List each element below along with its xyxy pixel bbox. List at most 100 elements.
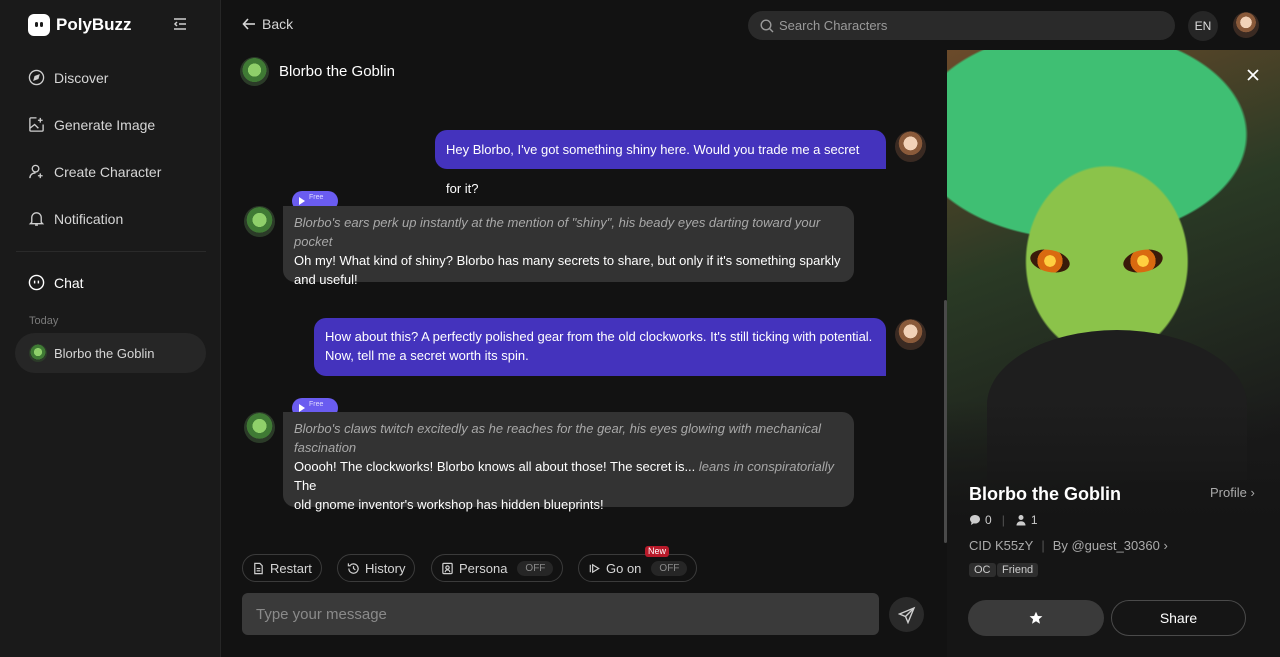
message-text: Hey Blorbo, I've got something shiny her… — [446, 142, 860, 196]
send-icon — [897, 606, 915, 624]
character-avatar — [244, 206, 275, 237]
character-stats: 0 | 1 — [969, 513, 1038, 527]
language-switch[interactable]: EN — [1188, 11, 1218, 41]
message-action: fascination — [294, 440, 357, 455]
chat-bubble-icon — [28, 274, 45, 291]
chip-label: History — [365, 560, 406, 576]
chats-count: 0 — [985, 513, 992, 527]
search-icon — [760, 18, 774, 32]
message-text: Ooooh! The clockworks! Blorbo knows all … — [294, 457, 843, 495]
message-input[interactable] — [256, 605, 856, 623]
user-count-icon — [1016, 515, 1026, 526]
character-profile-panel: Blorbo the Goblin Profile › 0 | 1 CID K5… — [947, 50, 1280, 657]
profile-link-label: Profile — [1210, 485, 1247, 500]
profile-link[interactable]: Profile › — [1210, 485, 1255, 500]
user-message: Hey Blorbo, I've got something shiny her… — [435, 130, 886, 196]
back-label: Back — [262, 16, 294, 32]
chip-label: Go on — [606, 560, 642, 576]
chat-character-name: Blorbo the Goblin — [279, 63, 395, 80]
play-icon — [299, 197, 305, 205]
polybuzz-logo-icon — [28, 14, 50, 36]
back-button[interactable]: Back — [242, 16, 293, 32]
arrow-left-icon — [242, 18, 255, 30]
message-action: Blorbo's claws twitch excitedly as he re… — [294, 421, 822, 436]
share-label: Share — [1159, 610, 1198, 626]
badge-label: Free — [309, 193, 324, 201]
bot-message: Blorbo's claws twitch excitedly as he re… — [283, 412, 854, 512]
user-avatar[interactable] — [1233, 12, 1259, 38]
persona-state: OFF — [517, 560, 554, 576]
portrait-detail — [1121, 246, 1165, 276]
nav-label: Create Character — [54, 163, 162, 180]
nav-label: Generate Image — [54, 116, 156, 133]
character-avatar — [29, 344, 47, 362]
go-on-state: OFF — [651, 560, 688, 576]
section-today: Today — [29, 315, 59, 327]
stats-separator: | — [1001, 513, 1005, 527]
message-text: How about this? A perfectly polished gea… — [325, 329, 873, 344]
chip-label: Persona — [459, 560, 508, 576]
nav-notification[interactable]: Notification — [28, 210, 123, 227]
persona-card-icon — [442, 562, 453, 574]
message-text: Oh my! What kind of shiny? Blorbo has ma… — [294, 253, 841, 287]
author-link[interactable]: By @guest_30360 › — [1053, 538, 1168, 553]
nav-create-character[interactable]: Create Character — [28, 163, 161, 180]
tag[interactable]: OC — [969, 563, 996, 577]
message-action: Blorbo's ears perk up instantly at the m… — [294, 215, 821, 249]
followers-count: 1 — [1030, 513, 1038, 527]
bell-icon — [28, 212, 45, 226]
chip-label: Restart — [270, 560, 312, 576]
nav-chat[interactable]: Chat — [28, 274, 84, 291]
go-on-toggle[interactable]: Go on OFF — [578, 554, 698, 582]
meta-separator: | — [1041, 538, 1045, 553]
history-icon — [347, 562, 359, 574]
close-icon[interactable] — [1244, 66, 1262, 84]
character-cid: CID K55zY — [969, 538, 1034, 553]
play-icon — [299, 404, 305, 412]
favorite-button[interactable] — [968, 600, 1104, 636]
logo[interactable]: PolyBuzz — [28, 14, 132, 36]
message-text: old gnome inventor's workshop has hidden… — [294, 497, 604, 512]
nav-label: Notification — [54, 210, 124, 227]
send-button[interactable] — [889, 597, 924, 632]
nav-discover[interactable]: Discover — [28, 69, 108, 86]
chat-header: Blorbo the Goblin — [240, 57, 395, 86]
message-text: Now, tell me a secret worth its spin. — [325, 348, 529, 363]
message-text-part: Ooooh! The clockworks! Blorbo knows all … — [294, 459, 699, 474]
restart-button[interactable]: Restart — [242, 554, 322, 582]
nav-generate-image[interactable]: Generate Image — [28, 116, 155, 133]
user-avatar — [895, 131, 926, 162]
bot-message: Blorbo's ears perk up instantly at the m… — [283, 206, 854, 287]
search-input[interactable] — [779, 18, 1159, 33]
character-portrait — [947, 50, 1280, 520]
user-plus-icon — [29, 164, 43, 179]
collapse-sidebar-icon[interactable] — [172, 16, 188, 32]
recent-chat-item[interactable]: Blorbo the Goblin — [15, 333, 206, 373]
history-button[interactable]: History — [337, 554, 416, 582]
user-avatar — [895, 319, 926, 350]
message-text-part: The — [294, 478, 317, 493]
recent-chat-name: Blorbo the Goblin — [54, 345, 155, 361]
inline-action: leans in conspiratorially — [698, 459, 835, 474]
message-composer[interactable] — [242, 593, 879, 635]
share-button[interactable]: Share — [1111, 600, 1246, 636]
tag[interactable]: Friend — [997, 563, 1039, 577]
nav-label: Chat — [54, 274, 84, 291]
profile-character-name: Blorbo the Goblin — [969, 484, 1121, 504]
compass-icon — [28, 69, 45, 86]
chat-count-icon — [970, 515, 980, 525]
search-bar[interactable] — [748, 11, 1175, 40]
divider — [16, 251, 206, 252]
user-message: How about this? A perfectly polished gea… — [314, 318, 886, 376]
sidebar: PolyBuzz Discover Generate Image Create … — [0, 0, 221, 657]
persona-toggle[interactable]: Persona OFF — [431, 554, 564, 582]
document-icon — [254, 562, 263, 574]
nav-label: Discover — [54, 69, 109, 86]
brand-name: PolyBuzz — [56, 15, 132, 34]
star-icon — [1029, 611, 1043, 624]
character-meta: CID K55zY | By @guest_30360 › — [969, 538, 1168, 553]
portrait-detail — [1028, 246, 1072, 276]
image-sparkle-icon — [29, 117, 44, 132]
character-avatar[interactable] — [240, 57, 269, 86]
badge-label: Free — [309, 400, 324, 408]
